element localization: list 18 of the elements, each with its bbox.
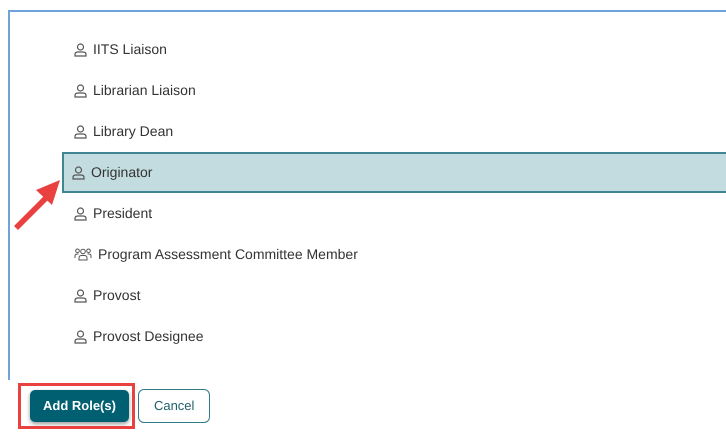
role-item[interactable]: IITS Liaison bbox=[62, 29, 726, 70]
add-roles-button[interactable]: Add Role(s) bbox=[30, 390, 129, 422]
person-icon bbox=[74, 288, 87, 302]
person-icon bbox=[74, 206, 87, 220]
cancel-button[interactable]: Cancel bbox=[138, 389, 210, 423]
role-item[interactable]: Provost Designee bbox=[62, 316, 726, 357]
person-icon bbox=[74, 84, 87, 98]
role-item[interactable]: Program Assessment Committee Member bbox=[62, 234, 726, 275]
person-icon bbox=[74, 42, 87, 56]
role-item[interactable]: Library Dean bbox=[62, 111, 726, 152]
role-item[interactable]: Provost bbox=[62, 275, 726, 316]
person-icon bbox=[74, 330, 87, 344]
group-icon bbox=[74, 248, 92, 261]
person-icon bbox=[72, 166, 85, 180]
person-icon bbox=[74, 124, 87, 138]
role-item[interactable]: Librarian Liaison bbox=[62, 70, 726, 111]
role-item[interactable]: Originator bbox=[62, 152, 726, 193]
role-item[interactable]: President bbox=[62, 193, 726, 234]
